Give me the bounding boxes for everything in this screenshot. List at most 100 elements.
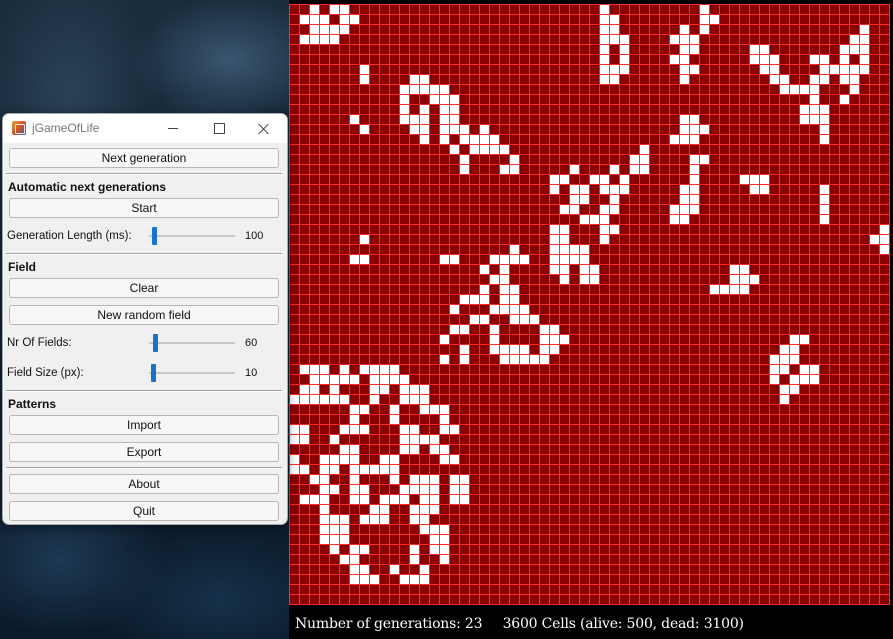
alive-cell[interactable] [319, 524, 329, 534]
alive-cell[interactable] [399, 384, 409, 394]
alive-cell[interactable] [549, 334, 559, 344]
alive-cell[interactable] [689, 174, 699, 184]
alive-cell[interactable] [599, 54, 609, 64]
alive-cell[interactable] [289, 424, 299, 434]
alive-cell[interactable] [599, 24, 609, 34]
alive-cell[interactable] [329, 374, 339, 384]
alive-cell[interactable] [439, 454, 449, 464]
alive-cell[interactable] [839, 54, 849, 64]
alive-cell[interactable] [839, 74, 849, 84]
alive-cell[interactable] [349, 454, 359, 464]
alive-cell[interactable] [389, 564, 399, 574]
alive-cell[interactable] [499, 264, 509, 274]
alive-cell[interactable] [319, 474, 329, 484]
alive-cell[interactable] [459, 344, 469, 354]
alive-cell[interactable] [809, 104, 819, 114]
alive-cell[interactable] [319, 514, 329, 524]
alive-cell[interactable] [849, 64, 859, 74]
alive-cell[interactable] [569, 164, 579, 174]
alive-cell[interactable] [559, 224, 569, 234]
alive-cell[interactable] [849, 84, 859, 94]
alive-cell[interactable] [769, 354, 779, 364]
alive-cell[interactable] [489, 144, 499, 154]
alive-cell[interactable] [689, 204, 699, 214]
alive-cell[interactable] [369, 514, 379, 524]
alive-cell[interactable] [449, 454, 459, 464]
alive-cell[interactable] [619, 54, 629, 64]
alive-cell[interactable] [689, 64, 699, 74]
alive-cell[interactable] [439, 524, 449, 534]
alive-cell[interactable] [319, 34, 329, 44]
alive-cell[interactable] [819, 204, 829, 214]
alive-cell[interactable] [669, 54, 679, 64]
alive-cell[interactable] [329, 484, 339, 494]
alive-cell[interactable] [599, 234, 609, 244]
alive-cell[interactable] [389, 454, 399, 464]
alive-cell[interactable] [769, 364, 779, 374]
alive-cell[interactable] [319, 484, 329, 494]
alive-cell[interactable] [399, 484, 409, 494]
alive-cell[interactable] [339, 444, 349, 454]
alive-cell[interactable] [339, 394, 349, 404]
alive-cell[interactable] [429, 474, 439, 484]
alive-cell[interactable] [799, 114, 809, 124]
cell-grid[interactable] [289, 4, 891, 606]
alive-cell[interactable] [289, 454, 299, 464]
alive-cell[interactable] [489, 254, 499, 264]
alive-cell[interactable] [679, 124, 689, 134]
alive-cell[interactable] [339, 14, 349, 24]
alive-cell[interactable] [819, 134, 829, 144]
alive-cell[interactable] [509, 314, 519, 324]
alive-cell[interactable] [439, 84, 449, 94]
generation-length-slider[interactable] [149, 226, 235, 246]
alive-cell[interactable] [439, 94, 449, 104]
alive-cell[interactable] [819, 64, 829, 74]
alive-cell[interactable] [779, 384, 789, 394]
alive-cell[interactable] [299, 364, 309, 374]
alive-cell[interactable] [419, 574, 429, 584]
alive-cell[interactable] [449, 254, 459, 264]
new-random-field-button[interactable]: New random field [9, 305, 279, 325]
alive-cell[interactable] [699, 24, 709, 34]
alive-cell[interactable] [399, 94, 409, 104]
alive-cell[interactable] [409, 424, 419, 434]
alive-cell[interactable] [759, 44, 769, 54]
alive-cell[interactable] [769, 74, 779, 84]
alive-cell[interactable] [429, 94, 439, 104]
alive-cell[interactable] [849, 44, 859, 54]
alive-cell[interactable] [499, 284, 509, 294]
alive-cell[interactable] [599, 204, 609, 214]
alive-cell[interactable] [439, 334, 449, 344]
alive-cell[interactable] [799, 104, 809, 114]
alive-cell[interactable] [329, 524, 339, 534]
alive-cell[interactable] [619, 184, 629, 194]
export-button[interactable]: Export [9, 442, 279, 462]
alive-cell[interactable] [429, 444, 439, 454]
alive-cell[interactable] [289, 464, 299, 474]
alive-cell[interactable] [399, 114, 409, 124]
alive-cell[interactable] [319, 494, 329, 504]
alive-cell[interactable] [729, 284, 739, 294]
alive-cell[interactable] [679, 24, 689, 34]
alive-cell[interactable] [559, 264, 569, 274]
alive-cell[interactable] [339, 4, 349, 14]
alive-cell[interactable] [579, 264, 589, 274]
alive-cell[interactable] [429, 484, 439, 494]
alive-cell[interactable] [369, 374, 379, 384]
alive-cell[interactable] [399, 84, 409, 94]
alive-cell[interactable] [619, 44, 629, 54]
alive-cell[interactable] [789, 344, 799, 354]
alive-cell[interactable] [369, 574, 379, 584]
alive-cell[interactable] [569, 204, 579, 214]
alive-cell[interactable] [699, 154, 709, 164]
alive-cell[interactable] [629, 164, 639, 174]
alive-cell[interactable] [819, 74, 829, 84]
alive-cell[interactable] [579, 194, 589, 204]
quit-button[interactable]: Quit [9, 501, 279, 521]
alive-cell[interactable] [459, 154, 469, 164]
alive-cell[interactable] [449, 304, 459, 314]
alive-cell[interactable] [409, 514, 419, 524]
alive-cell[interactable] [459, 164, 469, 174]
alive-cell[interactable] [339, 534, 349, 544]
alive-cell[interactable] [349, 114, 359, 124]
